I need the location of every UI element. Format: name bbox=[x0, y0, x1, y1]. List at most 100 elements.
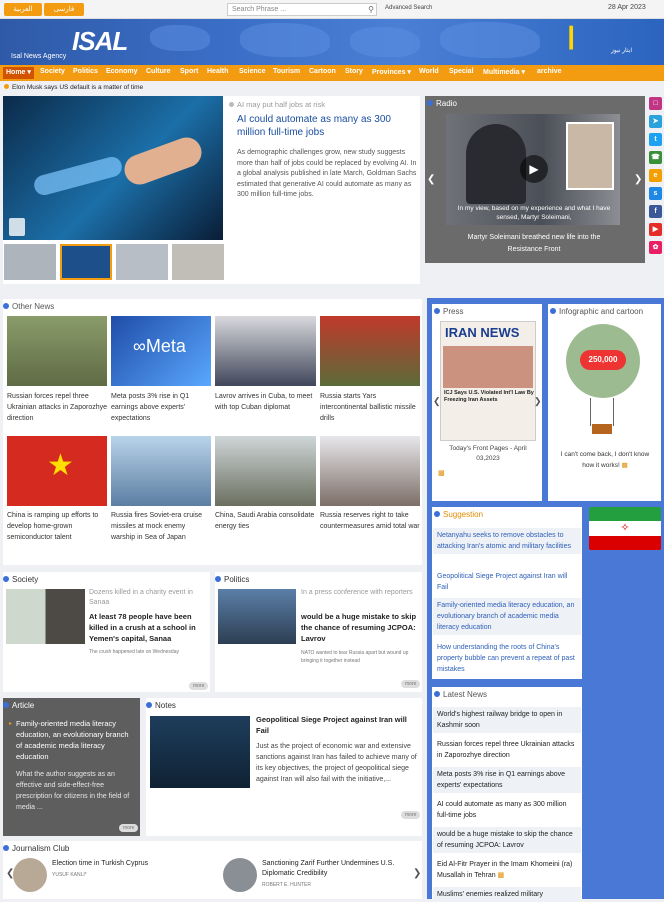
nav-culture[interactable]: Culture bbox=[146, 68, 171, 75]
latest-news-item[interactable]: Eid Al-Fitr Prayer in the Imam Khomeini … bbox=[433, 857, 581, 883]
youtube-icon[interactable]: ▶ bbox=[649, 223, 662, 236]
latest-news-item[interactable]: World's highest railway bridge to open i… bbox=[433, 707, 581, 733]
journalism-item-title[interactable]: Election time in Turkish Cyprus bbox=[52, 859, 212, 869]
suggestion-item[interactable]: Geopolitical Siege Project against Iran … bbox=[433, 569, 581, 595]
instagram-icon[interactable]: □ bbox=[649, 97, 662, 110]
nav-sport[interactable]: Sport bbox=[180, 68, 198, 75]
lead-image[interactable] bbox=[3, 96, 223, 240]
society-image[interactable] bbox=[6, 589, 85, 644]
arabic-language-button[interactable]: العربية bbox=[4, 3, 42, 16]
journalism-item-title[interactable]: Sanctioning Zarif Further Undermines U.S… bbox=[262, 859, 410, 879]
nav-provinces[interactable]: Provinces ▾ bbox=[372, 68, 411, 76]
nav-world[interactable]: World bbox=[419, 68, 439, 75]
soroush-icon[interactable]: s bbox=[649, 187, 662, 200]
politics-title[interactable]: would be a huge mistake to skip the chan… bbox=[301, 611, 421, 644]
radio-video[interactable]: ▶ In my view, based on my experience and… bbox=[446, 114, 620, 225]
current-date: 28 Apr 2023 bbox=[608, 4, 646, 11]
news-title-2[interactable]: Meta posts 3% rise in Q1 earnings above … bbox=[111, 391, 211, 424]
lead-thumb-4[interactable] bbox=[172, 244, 224, 280]
search-input[interactable]: Search Phrase ... ⚲ bbox=[227, 3, 377, 16]
suggestion-item[interactable]: Family-oriented media literacy education… bbox=[433, 598, 581, 635]
news-title-5[interactable]: China is ramping up efforts to develop h… bbox=[7, 510, 107, 543]
world-map-shape bbox=[150, 25, 210, 51]
society-title[interactable]: At least 78 people have been killed in a… bbox=[89, 611, 209, 644]
news-title-6[interactable]: Russia fires Soviet-era cruise missiles … bbox=[111, 510, 211, 543]
radio-prev-icon[interactable]: ❮ bbox=[427, 174, 435, 185]
twitter-icon[interactable]: t bbox=[649, 133, 662, 146]
article-title[interactable]: Family-oriented media literacy education… bbox=[16, 718, 136, 762]
journalism-club-heading: Journalism Club bbox=[3, 844, 69, 853]
notes-title[interactable]: Geopolitical Siege Project against Iran … bbox=[256, 714, 416, 736]
politics-kicker: In a press conference with reporters bbox=[301, 589, 413, 596]
notes-more-button[interactable]: more bbox=[401, 811, 421, 819]
nav-multimedia[interactable]: Multimedia ▾ bbox=[483, 68, 525, 76]
news-image-1[interactable] bbox=[7, 316, 107, 386]
eitaa-icon[interactable]: e bbox=[649, 169, 662, 182]
journalism-next-icon[interactable]: ❯ bbox=[413, 868, 421, 879]
suggestion-item[interactable]: Netanyahu seeks to remove obstacles to a… bbox=[433, 528, 581, 554]
latest-news-item[interactable]: Muslims' enemies realized military bbox=[433, 887, 581, 902]
balloon-strings bbox=[590, 398, 614, 426]
news-image-6[interactable] bbox=[111, 436, 211, 506]
nav-archive[interactable]: archive bbox=[537, 68, 562, 75]
latest-news-item[interactable]: would be a huge mistake to skip the chan… bbox=[433, 827, 581, 853]
lead-thumb-2[interactable] bbox=[60, 244, 112, 280]
radio-next-icon[interactable]: ❯ bbox=[634, 174, 642, 185]
nav-politics[interactable]: Politics bbox=[73, 68, 98, 75]
news-image-4[interactable] bbox=[320, 316, 420, 386]
advanced-search-link[interactable]: Advanced Search bbox=[385, 5, 432, 11]
search-placeholder: Search Phrase ... bbox=[232, 6, 287, 13]
nav-multimedia-label: Multimedia bbox=[483, 69, 520, 76]
nav-economy[interactable]: Economy bbox=[106, 68, 138, 75]
society-section: Society Dozens killed in a charity event… bbox=[3, 572, 210, 692]
politics-more-button[interactable]: more bbox=[401, 680, 421, 688]
news-title-3[interactable]: Lavrov arrives in Cuba, to meet with top… bbox=[215, 391, 315, 413]
portrait-figure bbox=[566, 122, 614, 190]
nav-science[interactable]: Science bbox=[239, 68, 265, 75]
press-caption[interactable]: Today's Front Pages - April 03,2023 bbox=[442, 444, 534, 464]
radio-caption[interactable]: Martyr Soleimani breathed new life into … bbox=[451, 232, 617, 256]
virus-cartoon[interactable]: 250,000 bbox=[566, 324, 640, 398]
nav-society[interactable]: Society bbox=[40, 68, 65, 75]
latest-news-item[interactable]: AI could automate as many as 300 million… bbox=[433, 797, 581, 823]
whatsapp-icon[interactable]: ☎ bbox=[649, 151, 662, 164]
infographic-caption[interactable]: I can't come back, I don't know how it w… bbox=[554, 449, 656, 471]
nav-story[interactable]: Story bbox=[345, 68, 363, 75]
news-title-1[interactable]: Russian forces repel three Ukrainian att… bbox=[7, 391, 107, 424]
news-image-5[interactable]: ★ bbox=[7, 436, 107, 506]
news-image-8[interactable] bbox=[320, 436, 420, 506]
search-icon[interactable]: ⚲ bbox=[368, 4, 374, 15]
news-image-7[interactable] bbox=[215, 436, 316, 506]
news-image-3[interactable] bbox=[215, 316, 316, 386]
nav-home[interactable]: Home ▾ bbox=[3, 67, 34, 79]
news-title-4[interactable]: Russia starts Yars intercontinental ball… bbox=[320, 391, 420, 424]
agency-name: Isal News Agency bbox=[11, 53, 67, 60]
lead-thumb-3[interactable] bbox=[116, 244, 168, 280]
lead-title[interactable]: AI could automate as many as 300 million… bbox=[237, 113, 417, 139]
lead-thumb-1[interactable] bbox=[4, 244, 56, 280]
nav-tourism[interactable]: Tourism bbox=[273, 68, 300, 75]
aparat-icon[interactable]: ✿ bbox=[649, 241, 662, 254]
suggestion-item[interactable]: How understanding the roots of China's p… bbox=[433, 640, 581, 677]
newspaper-front-page[interactable]: IRAN NEWS ICJ Says U.S. Violated Int'l L… bbox=[440, 321, 536, 441]
latest-news-item[interactable]: Russian forces repel three Ukrainian att… bbox=[433, 737, 581, 763]
latest-news-item[interactable]: Meta posts 3% rise in Q1 earnings above … bbox=[433, 767, 581, 793]
nav-cartoon[interactable]: Cartoon bbox=[309, 68, 336, 75]
nav-health[interactable]: Health bbox=[207, 68, 228, 75]
politics-image[interactable] bbox=[218, 589, 296, 644]
news-title-7[interactable]: China, Saudi Arabia consolidate energy t… bbox=[215, 510, 315, 532]
press-next-icon[interactable]: ❯ bbox=[534, 396, 542, 407]
press-prev-icon[interactable]: ❮ bbox=[433, 396, 441, 407]
nav-special[interactable]: Special bbox=[449, 68, 474, 75]
isal-logo[interactable]: ISAL bbox=[72, 26, 128, 57]
society-more-button[interactable]: more bbox=[189, 682, 209, 690]
play-icon[interactable]: ▶ bbox=[520, 155, 548, 183]
news-image-2[interactable]: ∞Meta bbox=[111, 316, 211, 386]
news-title-8[interactable]: Russia reserves right to take countermea… bbox=[320, 510, 420, 532]
persian-language-button[interactable]: فارسی bbox=[44, 3, 84, 16]
article-more-button[interactable]: more bbox=[119, 824, 139, 832]
notes-image[interactable] bbox=[150, 716, 250, 788]
facebook-icon[interactable]: f bbox=[649, 205, 662, 218]
news-ticker[interactable]: Elon Musk says US default is a matter of… bbox=[0, 84, 664, 96]
telegram-icon[interactable]: ➤ bbox=[649, 115, 662, 128]
